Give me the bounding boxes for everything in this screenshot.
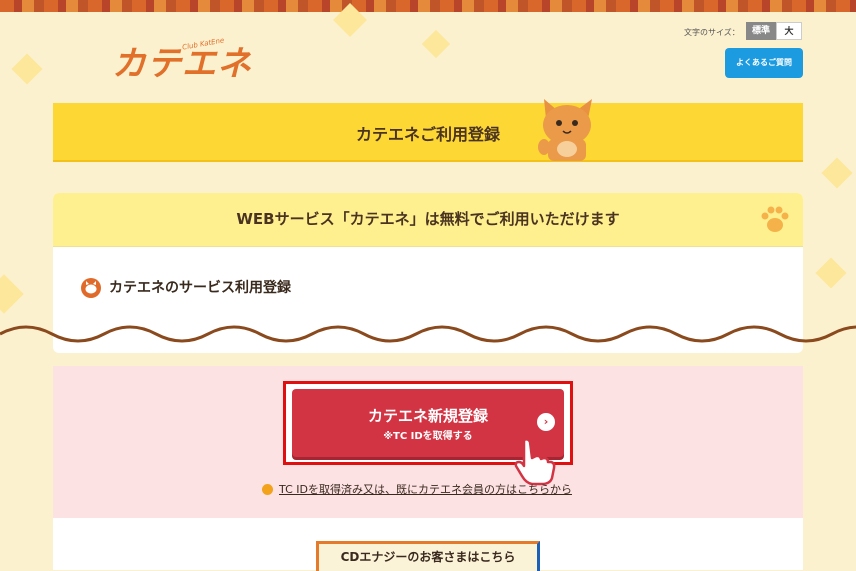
- faq-button[interactable]: よくあるご質問: [725, 48, 803, 78]
- card-heading-bar: WEBサービス「カテエネ」は無料でご利用いただけます: [53, 193, 803, 247]
- background-diamond: [815, 257, 847, 289]
- font-size-label: 文字のサイズ：: [684, 28, 740, 37]
- page-title-band: カテエネご利用登録: [53, 103, 803, 162]
- existing-member-link[interactable]: TC IDを取得済み又は、既にカテエネ会員の方はこちらから: [262, 481, 572, 497]
- cd-energy-customer-button[interactable]: CDエナジーのお客さまはこちら: [316, 541, 540, 571]
- cat-head-icon: [81, 278, 101, 298]
- background-diamond: [11, 53, 43, 85]
- chevron-right-icon: [262, 483, 273, 495]
- background-diamond: [421, 29, 451, 59]
- page-title: カテエネご利用登録: [355, 125, 500, 144]
- font-size-large-button[interactable]: 大: [776, 22, 802, 40]
- paw-icon: [761, 206, 789, 232]
- card-heading: WEBサービス「カテエネ」は無料でご利用いただけます: [236, 210, 620, 228]
- background-diamond: [0, 274, 24, 314]
- cat-mascot-icon: [538, 99, 592, 161]
- font-size-standard-button[interactable]: 標準: [746, 22, 776, 40]
- service-registration-label: カテエネのサービス利用登録: [109, 280, 291, 296]
- existing-member-link-label: TC IDを取得済み又は、既にカテエネ会員の方はこちらから: [279, 483, 572, 496]
- background-diamond: [821, 157, 853, 189]
- chevron-right-icon: ›: [537, 413, 555, 431]
- top-decorative-border: [0, 0, 856, 12]
- new-registration-label: カテエネ新規登録: [367, 407, 488, 425]
- wavy-divider: [0, 325, 856, 343]
- service-registration-heading: カテエネのサービス利用登録: [81, 277, 291, 298]
